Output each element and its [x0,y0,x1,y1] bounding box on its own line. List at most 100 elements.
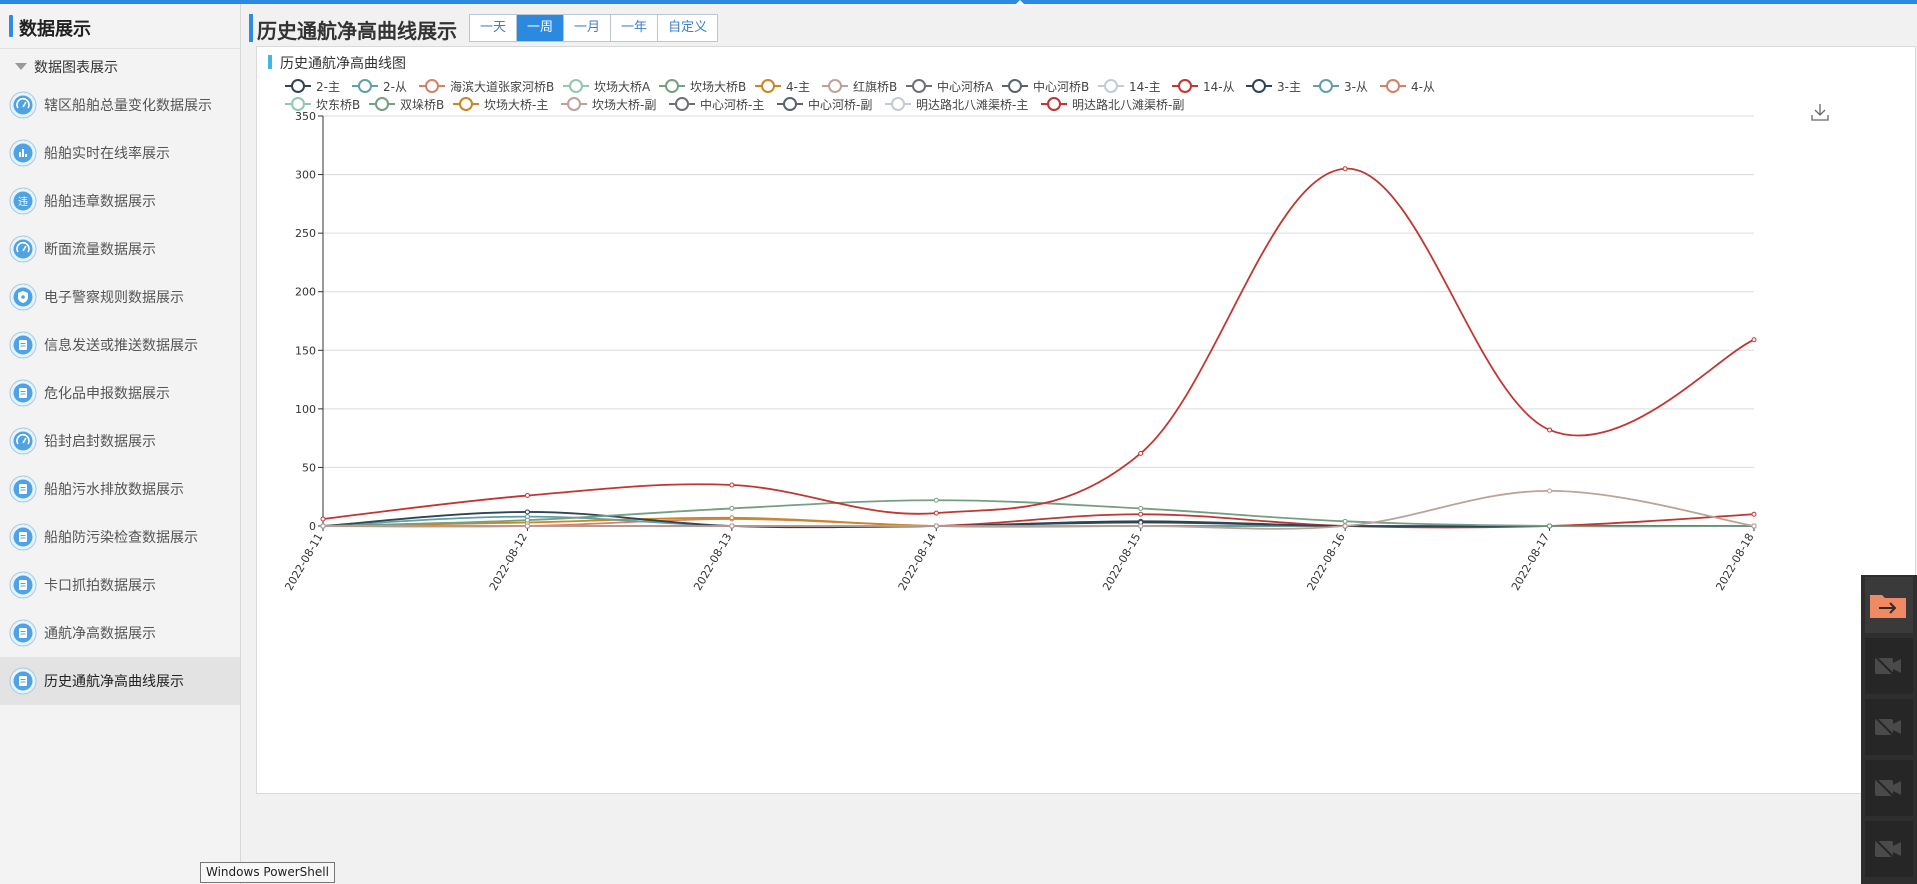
sidebar-group-chart-display[interactable]: 数据图表展示 [0,49,240,81]
sidebar-item-1[interactable]: 船舶实时在线率展示 [0,129,240,177]
video-off-icon [1875,718,1901,736]
data-point-4-3 [933,497,939,503]
sidebar-item-10[interactable]: 卡口抓拍数据展示 [0,561,240,609]
x-tick-label: 2022-08-15 [1100,531,1143,593]
sidebar-group-label: 数据图表展示 [34,60,118,76]
sidebar-item-label: 船舶污水排放数据展示 [44,482,184,498]
gauge-icon [9,427,37,455]
data-point-10-2 [729,482,735,488]
x-tick-label: 2022-08-17 [1509,531,1552,593]
sidebar-item-7[interactable]: 铅封启封数据展示 [0,417,240,465]
x-tick-label: 2022-08-14 [896,531,939,593]
sidebar-item-9[interactable]: 船舶防污染检查数据展示 [0,513,240,561]
data-point-4-1 [524,517,530,523]
data-point-6-3 [933,523,939,529]
video-off-icon [1875,779,1901,797]
data-point-10-3 [933,510,939,516]
x-tick-label: 2022-08-11 [282,531,325,593]
data-point-6-7 [1751,523,1757,529]
sidebar-item-11[interactable]: 通航净高数据展示 [0,609,240,657]
line-chart: 0 50 100 150 200 250 300 350 2022-08-11 2022-08-1… [282,110,1757,593]
document-icon [9,523,37,551]
gauge-icon [9,91,37,119]
y-tick-label: 300 [295,169,316,182]
data-point-10-1 [524,493,530,499]
dock-dots-icon [1911,597,1915,613]
range-button-2[interactable]: 一月 [564,15,612,41]
data-point-6-5 [1342,523,1348,529]
gauge-icon [9,235,37,263]
sidebar-item-5[interactable]: 信息发送或推送数据展示 [0,321,240,369]
sidebar-item-0[interactable]: 辖区船舶总量变化数据展示 [0,81,240,129]
taskbar-tooltip: Windows PowerShell [200,862,335,883]
document-icon [9,667,37,695]
sidebar-item-2[interactable]: 违 船舶违章数据展示 [0,177,240,225]
range-button-1[interactable]: 一周 [517,15,565,41]
sidebar-item-label: 通航净高数据展示 [44,626,156,642]
data-point-10-7 [1751,337,1757,343]
sidebar-item-6[interactable]: 危化品申报数据展示 [0,369,240,417]
document-icon [9,475,37,503]
range-button-3[interactable]: 一年 [611,15,659,41]
sidebar-item-label: 断面流量数据展示 [44,242,156,258]
video-off-icon [1875,657,1901,675]
x-tick-label: 2022-08-16 [1305,531,1348,593]
y-tick-label: 100 [295,403,316,416]
data-point-10-4 [1138,450,1144,456]
data-point-4-4 [1138,505,1144,511]
sidebar-item-4[interactable]: 电子警察规则数据展示 [0,273,240,321]
dock-tile-folder[interactable] [1865,577,1913,633]
sidebar-title-accent [9,15,13,37]
range-button-4[interactable]: 自定义 [658,15,717,41]
violation-icon: 违 [9,187,37,215]
sidebar-item-label: 危化品申报数据展示 [44,386,170,402]
main-panel: 历史通航净高曲线展示 一天 一周 一月 一年 自定义 历史通航净高曲线图 2-主 2-从海… [241,4,1917,884]
sidebar-item-label: 船舶违章数据展示 [44,194,156,210]
data-point-6-4 [1138,523,1144,529]
sidebar-header: 数据展示 [0,4,240,49]
data-point-10-5 [1342,166,1348,172]
series-line-10 [322,167,1755,520]
sidebar-menu: 辖区船舶总量变化数据展示 船舶实时在线率展示违 船舶违章数据展示 断面流量数据展示 电子… [0,81,240,705]
data-point-0-1 [524,509,530,515]
sidebar-item-12[interactable]: 历史通航净高曲线展示 [0,657,240,705]
sidebar: 数据展示 数据图表展示 辖区船舶总量变化数据展示 船舶实时在线率展示违 船舶违章数据… [0,4,241,884]
dock-tile-video-3[interactable] [1865,760,1913,816]
bar-chart-icon [9,139,37,167]
dock-tile-video-4[interactable] [1865,821,1913,877]
document-icon [9,571,37,599]
sidebar-item-label: 船舶防污染检查数据展示 [44,530,198,546]
chart-card: 历史通航净高曲线图 2-主 2-从 海滨大道张家河桥B 坎场大桥A 坎场大桥B 4-主 红旗… [256,46,1916,794]
dock-tile-video-2[interactable] [1865,699,1913,755]
data-point-4-6 [1547,523,1553,529]
range-button-0[interactable]: 一天 [470,15,518,41]
y-tick-label: 150 [295,344,316,357]
right-dock [1861,575,1917,884]
sidebar-item-label: 电子警察规则数据展示 [44,290,184,306]
data-point-4-2 [729,505,735,511]
document-icon [9,379,37,407]
sidebar-item-label: 铅封启封数据展示 [44,434,156,450]
x-tick-label: 2022-08-13 [691,531,734,593]
sidebar-item-8[interactable]: 船舶污水排放数据展示 [0,465,240,513]
sidebar-item-label: 辖区船舶总量变化数据展示 [44,98,212,114]
data-point-4-5 [1342,518,1348,524]
data-point-21-7 [1751,511,1757,517]
folder-arrow-icon [1870,595,1906,618]
data-point-5-2 [729,515,735,521]
page-title-accent [249,14,253,42]
data-point-10-0 [320,516,326,522]
data-point-6-2 [729,523,735,529]
data-point-21-4 [1138,511,1144,517]
y-tick-label: 350 [295,110,316,123]
sidebar-title: 数据展示 [19,19,91,40]
dock-tile-video-1[interactable] [1865,638,1913,694]
data-point-10-6 [1547,427,1553,433]
data-point-6-6 [1547,488,1553,494]
x-tick-label: 2022-08-18 [1713,531,1756,593]
caret-down-icon [15,63,27,70]
data-point-6-0 [320,523,326,529]
sidebar-item-3[interactable]: 断面流量数据展示 [0,225,240,273]
document-icon [9,331,37,359]
document-icon [9,619,37,647]
